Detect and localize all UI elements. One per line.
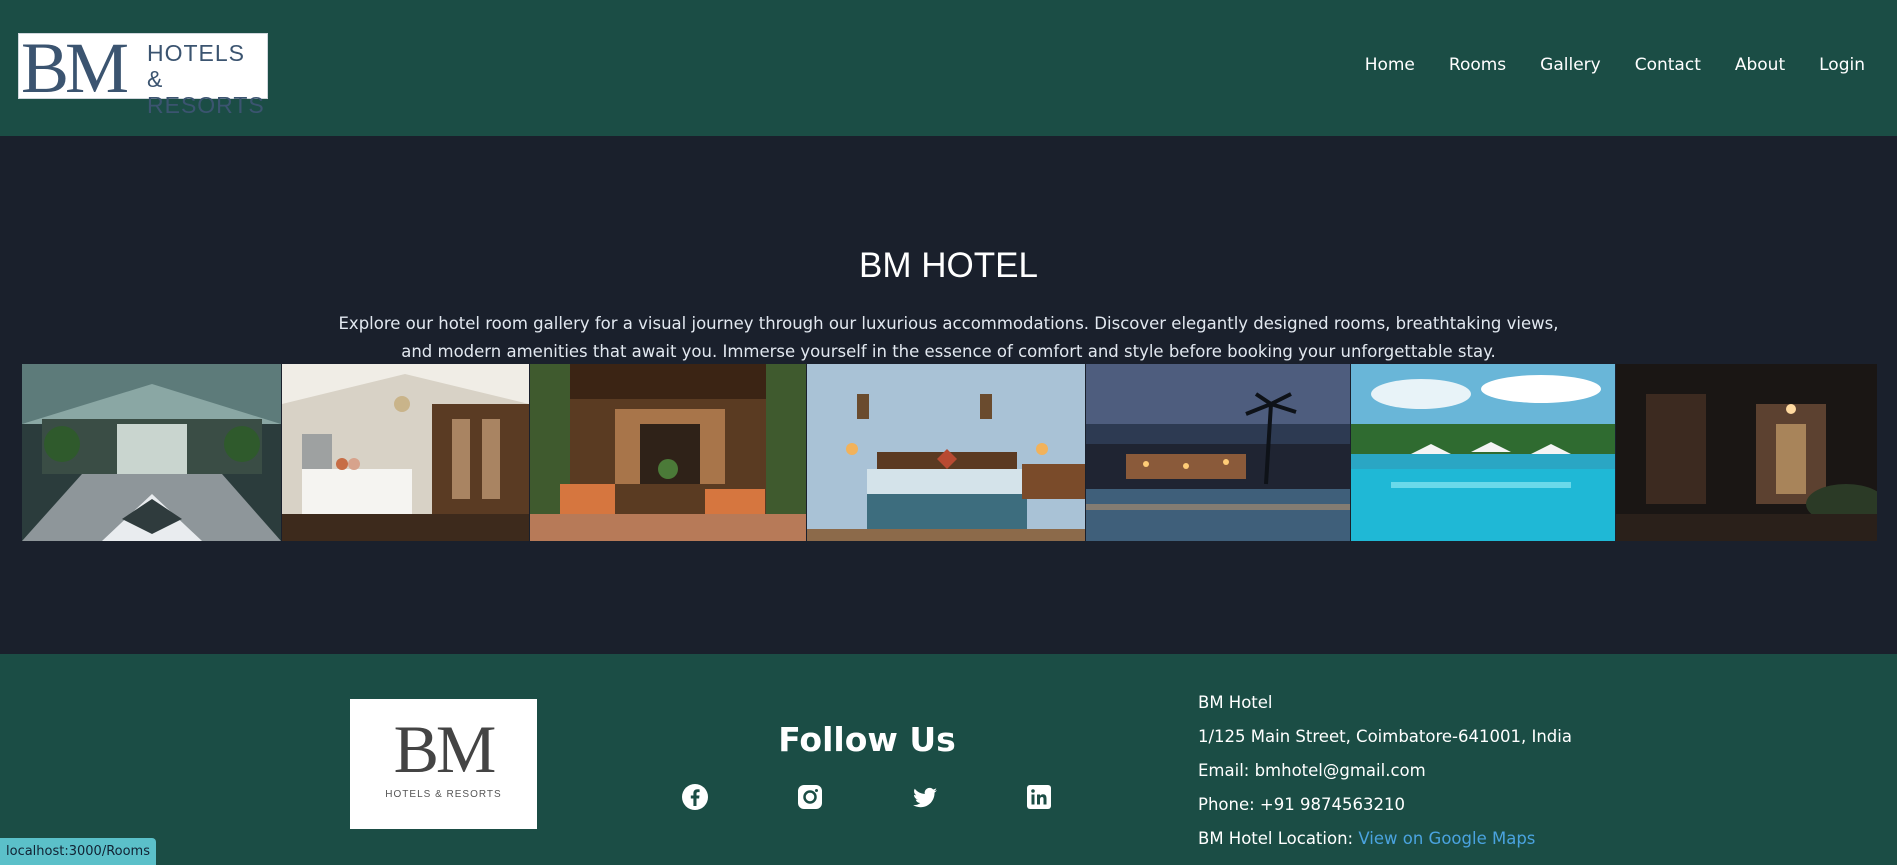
main-nav: Home Rooms Gallery Contact About Login [1331, 52, 1865, 78]
contact-location: BM Hotel Location: View on Google Maps [1198, 824, 1572, 858]
gallery-hero: BM HOTEL Explore our hotel room gallery … [0, 136, 1897, 654]
google-maps-link[interactable]: View on Google Maps [1358, 829, 1535, 848]
gallery-image-ornate-lounge[interactable] [530, 364, 806, 541]
footer-logo-mark: BM [393, 711, 497, 787]
nav-gallery[interactable]: Gallery [1540, 52, 1601, 78]
brand-logo[interactable]: BM HOTELS & RESORTS [18, 32, 268, 118]
nav-contact[interactable]: Contact [1635, 52, 1701, 78]
browser-status-url: localhost:3000/Rooms [0, 838, 156, 865]
gallery-image-blue-bedroom[interactable] [807, 364, 1085, 541]
follow-us-title: Follow Us [778, 720, 956, 759]
logo-line-1: HOTELS & [147, 40, 246, 92]
nav-login[interactable]: Login [1819, 52, 1865, 78]
logo-text: HOTELS & RESORTS [147, 40, 267, 118]
nav-about[interactable]: About [1735, 52, 1785, 78]
footer: BM HOTELS & RESORTS Follow Us BM Hotel 1… [0, 654, 1897, 865]
location-label: BM Hotel Location: [1198, 829, 1359, 848]
navbar: BM HOTELS & RESORTS Home Rooms Gallery C… [0, 0, 1897, 136]
image-gallery [22, 364, 1877, 541]
gallery-image-outdoor-pool[interactable] [1351, 364, 1615, 541]
page-title: BM HOTEL [859, 246, 1038, 285]
nav-home[interactable]: Home [1365, 52, 1415, 78]
gallery-image-night-entrance[interactable] [1616, 364, 1877, 541]
instagram-icon[interactable] [795, 782, 825, 812]
gallery-image-lobby-atrium[interactable] [22, 364, 281, 541]
logo-mark: BM [21, 28, 129, 108]
contact-info: BM Hotel 1/125 Main Street, Coimbatore-6… [1198, 688, 1572, 858]
contact-phone: Phone: +91 9874563210 [1198, 795, 1405, 814]
facebook-icon[interactable] [680, 782, 710, 812]
contact-name: BM Hotel [1198, 693, 1273, 712]
gallery-image-white-bedroom[interactable] [282, 364, 529, 541]
footer-logo: BM HOTELS & RESORTS [350, 699, 537, 829]
gallery-image-pool-at-dusk[interactable] [1086, 364, 1350, 541]
linkedin-icon[interactable] [1024, 782, 1054, 812]
twitter-icon[interactable] [910, 782, 940, 812]
contact-email: Email: bmhotel@gmail.com [1198, 761, 1426, 780]
footer-logo-sub: HOTELS & RESORTS [385, 789, 502, 800]
nav-rooms[interactable]: Rooms [1449, 52, 1506, 78]
page-description: Explore our hotel room gallery for a vis… [338, 314, 1559, 361]
logo-line-2: RESORTS [147, 92, 265, 118]
contact-address: 1/125 Main Street, Coimbatore-641001, In… [1198, 727, 1572, 746]
